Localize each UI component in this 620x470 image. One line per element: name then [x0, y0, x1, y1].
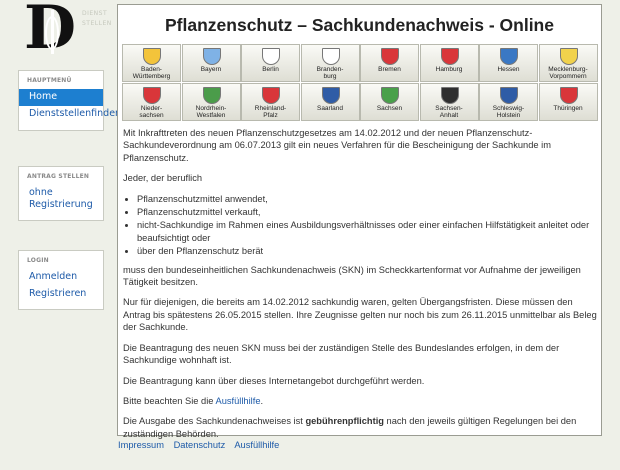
- state-label: Bremen: [378, 66, 401, 73]
- list-item: nicht-Sachkundige im Rahmen eines Ausbil…: [137, 219, 597, 244]
- list-item: Pflanzenschutzmittel verkauft,: [137, 206, 597, 218]
- main-content: Mit Inkrafttreten des neuen Pflanzenschu…: [123, 127, 597, 448]
- state-sachsenanhalt[interactable]: Sachsen- Anhalt: [419, 83, 479, 121]
- state-crest-icon: [500, 48, 518, 65]
- state-crest-icon: [321, 87, 340, 104]
- state-crest-icon: [381, 48, 399, 65]
- skn-paragraph: muss den bundeseinheitlichen Sachkundena…: [123, 264, 581, 288]
- hint-suffix: .: [260, 395, 264, 406]
- state-sachsen[interactable]: Sachsen: [360, 83, 419, 121]
- state-crest-icon: [262, 48, 280, 65]
- menu-item-ohne-registrierung[interactable]: ohne Registrierung: [19, 185, 103, 214]
- main-menu-heading: HAUPTMENÜ: [27, 77, 72, 84]
- state-crest-icon: [143, 48, 161, 65]
- state-crest-icon: [202, 87, 221, 104]
- state-label: Hamburg: [435, 66, 463, 73]
- state-label: Saarland: [316, 105, 344, 112]
- menu-item-registrieren[interactable]: Registrieren: [19, 286, 103, 303]
- site-logo[interactable]: D DIENST STELLEN: [14, 0, 118, 62]
- logo-watermark: DIENST: [82, 10, 108, 17]
- state-rheinlandpfalz[interactable]: Rheinland- Pfalz: [241, 83, 300, 121]
- menu-item-dienststellenfinder[interactable]: Dienststellenfinder: [19, 106, 119, 123]
- state-hessen[interactable]: Hessen: [479, 44, 538, 82]
- state-nordrheinwestfalen[interactable]: Nordrhein- Westfalen: [181, 83, 241, 121]
- main-menu: HAUPTMENÜ Home Dienststellenfinder: [18, 70, 119, 131]
- state-label: Mecklenburg- Vorpommern: [548, 66, 588, 80]
- state-selector-grid: Baden- Württemberg Bayern Berlin Branden- b…: [122, 44, 598, 122]
- fee-paragraph: Die Ausgabe des Sachkundenachweises ist …: [123, 415, 597, 440]
- state-label: Thüringen: [553, 105, 583, 112]
- menu-item-home[interactable]: Home: [19, 89, 103, 106]
- state-label: Schleswig- Holstein: [492, 105, 525, 119]
- fee-text: Die Ausgabe des Sachkundenachweises ist: [123, 416, 306, 427]
- state-hamburg[interactable]: Hamburg: [419, 44, 479, 82]
- hint-text: Bitte beachten Sie die: [123, 395, 216, 406]
- state-bremen[interactable]: Bremen: [360, 44, 419, 82]
- state-label: Berlin: [262, 66, 279, 73]
- state-crest-icon: [321, 48, 340, 65]
- footer-link-impressum[interactable]: Impressum: [118, 440, 164, 450]
- state-crest-icon: [262, 87, 280, 104]
- jeder-paragraph: Jeder, der beruflich: [123, 173, 203, 184]
- state-niedersachsen[interactable]: Nieder- sachsen: [122, 83, 181, 121]
- state-crest-icon: [202, 48, 221, 65]
- login-menu-heading: LOGIN: [27, 257, 49, 264]
- application-paragraph: Die Beantragung des neuen SKN muss bei d…: [123, 342, 560, 366]
- login-menu: LOGIN Anmelden Registrieren: [18, 250, 104, 310]
- antrag-menu: ANTRAG STELLEN ohne Registrierung: [18, 166, 104, 221]
- state-crest-icon: [559, 87, 578, 104]
- state-label: Branden- burg: [316, 66, 344, 80]
- state-badenwürttemberg[interactable]: Baden- Württemberg: [122, 44, 181, 82]
- state-thüringen[interactable]: Thüringen: [538, 83, 598, 121]
- antrag-menu-heading: ANTRAG STELLEN: [27, 173, 90, 180]
- state-label: Rheinland- Pfalz: [254, 105, 287, 119]
- state-brandenburg[interactable]: Branden- burg: [300, 44, 360, 82]
- state-crest-icon: [559, 48, 578, 65]
- state-crest-icon: [440, 48, 459, 65]
- state-label: Hessen: [497, 66, 520, 73]
- state-crest-icon: [143, 87, 161, 104]
- state-label: Nieder- sachsen: [139, 105, 164, 119]
- fee-bold-text: gebührenpflichtig: [305, 416, 384, 427]
- state-label: Sachsen: [376, 105, 403, 112]
- list-item: über den Pflanzenschutz berät: [137, 245, 597, 257]
- menu-item-anmelden[interactable]: Anmelden: [19, 269, 103, 286]
- state-crest-icon: [440, 87, 459, 104]
- state-crest-icon: [500, 87, 518, 104]
- footer-link-ausfuellhilfe[interactable]: Ausfüllhilfe: [234, 440, 279, 450]
- state-label: Sachsen- Anhalt: [435, 105, 463, 119]
- state-label: Bayern: [200, 66, 222, 73]
- state-mecklenburgvorpommern[interactable]: Mecklenburg- Vorpommern: [538, 44, 598, 82]
- online-paragraph: Die Beantragung kann über dieses Interne…: [123, 375, 425, 386]
- hint-paragraph: Bitte beachten Sie die Ausfüllhilfe.: [123, 395, 597, 407]
- main-panel: Pflanzenschutz – Sachkundenachweis - Onl…: [117, 4, 602, 439]
- page-title: Pflanzenschutz – Sachkundenachweis - Onl…: [165, 15, 554, 35]
- footer-link-datenschutz[interactable]: Datenschutz: [174, 440, 226, 450]
- logo-watermark: STELLEN: [82, 20, 112, 27]
- state-berlin[interactable]: Berlin: [241, 44, 300, 82]
- transition-paragraph: Nur für diejenigen, die bereits am 14.02…: [123, 297, 597, 333]
- state-bayern[interactable]: Bayern: [181, 44, 241, 82]
- logo-snake: [45, 16, 59, 50]
- state-schleswigholstein[interactable]: Schleswig- Holstein: [479, 83, 538, 121]
- state-label: Nordrhein- Westfalen: [195, 105, 227, 119]
- state-label: Baden- Württemberg: [132, 66, 171, 80]
- ausfuellhilfe-link[interactable]: Ausfüllhilfe: [216, 396, 261, 406]
- list-item: Pflanzenschutzmittel anwendet,: [137, 193, 597, 205]
- state-saarland[interactable]: Saarland: [300, 83, 360, 121]
- state-crest-icon: [381, 87, 399, 104]
- intro-paragraph: Mit Inkrafttreten des neuen Pflanzenschu…: [123, 128, 551, 163]
- activity-list: Pflanzenschutzmittel anwendet, Pflanzens…: [137, 193, 597, 258]
- footer-links: Impressum Datenschutz Ausfüllhilfe: [118, 440, 286, 450]
